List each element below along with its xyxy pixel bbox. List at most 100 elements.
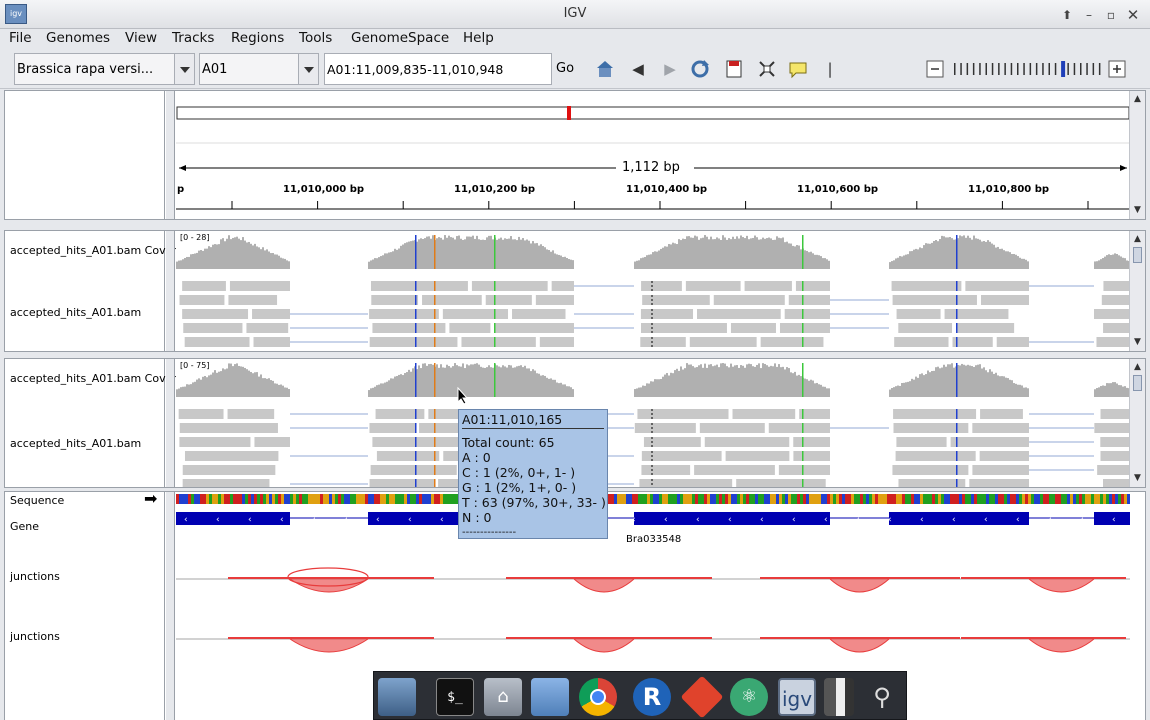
read[interactable] [461,337,536,347]
read[interactable] [370,465,457,475]
read[interactable] [639,479,733,487]
read[interactable] [979,451,1029,461]
junction-arc[interactable] [1028,578,1095,593]
read[interactable] [369,337,458,347]
zoom-tick[interactable] [991,63,994,75]
read[interactable] [1094,423,1130,433]
read[interactable] [1100,451,1130,461]
close-icon[interactable]: ✕ [1124,6,1142,24]
r-icon[interactable]: R [633,678,671,716]
scroll-up-icon[interactable]: ▲ [1132,94,1143,105]
junction-arc[interactable] [289,638,369,653]
zoom-tick[interactable] [960,63,962,75]
read[interactable] [1100,437,1130,447]
zoom-tick[interactable] [1029,63,1032,75]
read[interactable] [182,465,276,475]
read[interactable] [641,451,722,461]
read[interactable] [969,479,1029,487]
read[interactable] [183,323,243,333]
zoom-tick[interactable] [1080,63,1082,75]
read[interactable] [778,465,830,475]
read[interactable] [694,465,775,475]
menu-genomes[interactable]: Genomes [46,30,110,46]
read[interactable] [254,437,290,447]
junction-arc[interactable] [829,638,890,653]
zoom-tick[interactable] [1017,63,1019,75]
read[interactable] [685,281,741,291]
forward-icon[interactable]: ▶ [660,59,680,79]
atom-icon[interactable]: ⚛ [730,678,768,716]
read[interactable] [369,423,416,433]
read[interactable] [252,309,290,319]
read[interactable] [980,409,1023,419]
read[interactable] [1103,281,1130,291]
junction-arc[interactable] [829,578,890,593]
read[interactable] [779,323,830,333]
scroll-up-icon[interactable]: ▲ [1132,362,1143,373]
scrollbar[interactable]: ▲ ▼ [1129,359,1145,487]
read[interactable] [229,281,290,291]
read[interactable] [640,337,686,347]
read[interactable] [494,323,574,333]
zoom-slider[interactable] [926,59,1126,79]
alignment-track-name[interactable]: accepted_hits_A01.bam [10,437,141,450]
read[interactable] [893,409,977,419]
read[interactable] [551,281,574,291]
menu-file[interactable]: File [9,30,32,46]
read[interactable] [768,423,830,433]
folder-icon[interactable] [531,678,569,716]
read[interactable] [896,437,947,447]
read[interactable] [944,309,1009,319]
menu-tracks[interactable]: Tracks [172,30,214,46]
read[interactable] [972,465,1029,475]
files-icon[interactable] [378,678,416,716]
window-icon[interactable] [824,678,854,716]
menu-tools[interactable]: Tools [299,30,332,46]
read[interactable] [178,409,224,419]
read[interactable] [1100,409,1130,419]
alignment-tracks[interactable] [176,231,1130,351]
read[interactable] [442,309,509,319]
scroll-down-icon[interactable]: ▼ [1132,205,1143,216]
back-icon[interactable]: ◀ [628,59,648,79]
go-button[interactable]: Go [556,61,574,76]
read[interactable] [713,295,785,305]
read[interactable] [784,309,830,319]
read[interactable] [788,295,830,305]
read[interactable] [179,437,251,447]
read[interactable] [725,451,790,461]
read[interactable] [640,309,694,319]
roi-icon[interactable] [724,59,744,79]
read[interactable] [896,309,941,319]
read[interactable] [744,281,792,291]
read[interactable] [704,437,790,447]
read[interactable] [892,295,977,305]
read[interactable] [1101,295,1130,305]
refresh-icon[interactable] [690,59,710,79]
gene-exon[interactable] [889,512,1029,525]
read[interactable] [375,409,425,419]
zoom-tick[interactable] [1042,63,1044,75]
read[interactable] [369,309,439,319]
read[interactable] [535,295,574,305]
read[interactable] [732,409,796,419]
scroll-down-icon[interactable]: ▼ [1132,337,1143,348]
gene-exon[interactable] [368,512,461,525]
terminal-icon[interactable]: $_ [436,678,474,716]
zoom-tick[interactable] [1054,63,1057,75]
read[interactable] [485,295,532,305]
read[interactable] [898,323,953,333]
strand-arrow-icon[interactable]: ➡ [144,489,157,508]
read[interactable] [1103,323,1130,333]
home-icon[interactable] [595,59,615,79]
git-icon[interactable] [680,675,724,719]
read[interactable] [1102,479,1130,487]
home-folder-icon[interactable]: ⌂ [484,678,522,716]
read[interactable] [689,337,757,347]
read[interactable] [894,337,949,347]
gene-track-name[interactable]: Gene [10,520,39,533]
read[interactable] [512,309,566,319]
read[interactable] [182,479,270,487]
zoom-tick[interactable] [979,63,981,75]
junction-arc[interactable] [573,578,635,593]
